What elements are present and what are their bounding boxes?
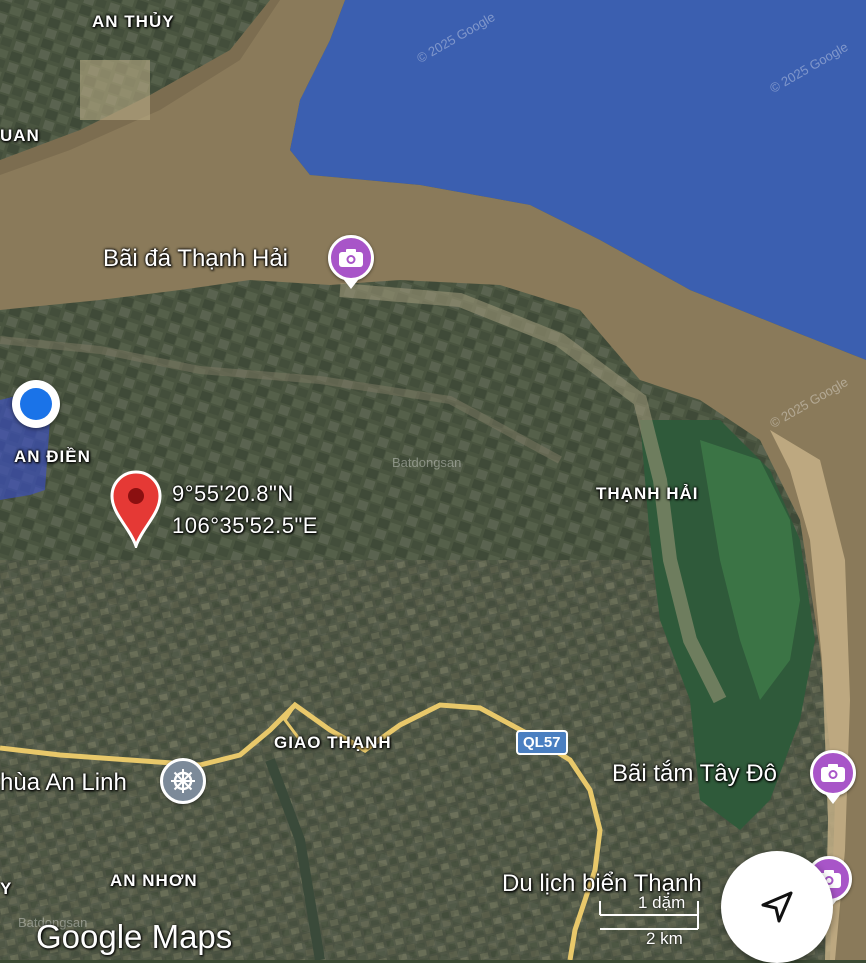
area-label-an-thuy: AN THỦY [92,12,175,31]
area-label-thanh-hai: THẠNH HẢI [596,484,699,503]
camera-icon[interactable] [810,750,856,796]
scale-label-km: 2 km [646,929,683,948]
pin-coordinates: 9°55'20.8"N 106°35'52.5"E [172,478,318,542]
road-shield-ql57: QL57 [516,730,568,755]
camera-icon[interactable] [328,235,374,281]
area-label-edge: Y [0,879,13,898]
dharma-wheel-icon[interactable] [160,758,206,804]
area-label-an-nhon: AN NHƠN [110,871,198,890]
navigation-button[interactable] [721,851,833,963]
poi-label-bai-da-thanh-hai[interactable]: Bãi đá Thạnh Hải [103,245,288,273]
scale-label-miles: 1 dặm [638,893,686,912]
area-label-an-dien: AN ĐIỀN [14,447,91,466]
area-label-giao-thanh: GIAO THẠNH [274,733,392,752]
location-dot-icon[interactable] [12,380,60,428]
poi-label-bai-tam-tay-do[interactable]: Bãi tắm Tây Đô [612,760,777,788]
navigation-arrow-icon [761,891,793,923]
area-label-uan: UAN [0,126,40,145]
scale-bar: 1 dặm 2 km [598,893,708,951]
pin-longitude: 106°35'52.5"E [172,513,318,538]
pin-latitude: 9°55'20.8"N [172,481,294,506]
map-pin-icon[interactable] [108,468,164,551]
poi-label-chua-an-linh[interactable]: hùa An Linh [0,769,127,797]
google-maps-logo: Google Maps [36,918,233,955]
site-watermark: Batdongsan [392,455,462,470]
